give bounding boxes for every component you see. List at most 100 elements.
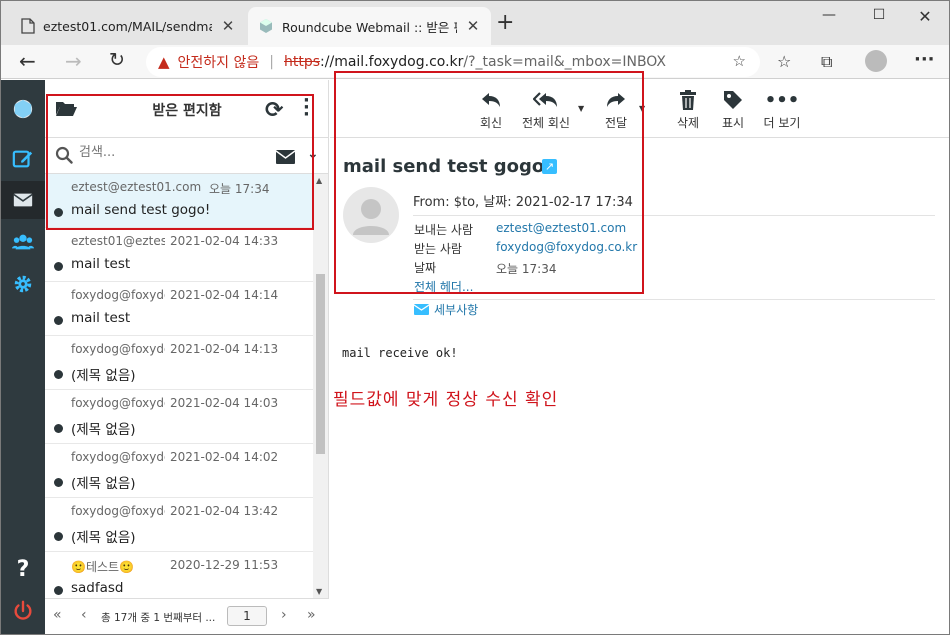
back-icon[interactable]: ← (19, 49, 36, 73)
recipient-address[interactable]: foxydog@foxydog.co.kr (496, 240, 637, 254)
unread-dot-icon (54, 532, 63, 541)
unread-dot-icon (54, 586, 63, 595)
ellipsis-icon: ••• (764, 89, 800, 111)
trash-icon (680, 90, 696, 110)
row-date: 오늘 17:34 (209, 182, 270, 196)
sender-address[interactable]: eztest@eztest01.com (496, 221, 626, 235)
tab-title: Roundcube Webmail :: 받은 편지함 (282, 19, 457, 35)
address-bar[interactable]: ▲ 안전하지 않음 | https ://mail.foxydog.co.kr … (146, 47, 760, 77)
row-sender: eztest@eztest01.com (71, 180, 202, 194)
menu-icon[interactable]: · · · (303, 92, 310, 124)
chevron-down-icon[interactable]: ⌄ (307, 146, 319, 162)
reply-all-icon (533, 92, 557, 107)
more-button[interactable]: ••• 더 보기 (752, 88, 812, 131)
message-toolbar: 회신 전체 회신 ▼ 전달 ▼ 삭제 표시 ••• 더 보기 (330, 80, 949, 138)
url-host: ://mail.foxydog.co.kr (320, 54, 464, 70)
row-subject: mail test (71, 310, 131, 326)
pager: « ‹ 총 17개 중 1 번째부터 ... 1 › » (45, 598, 329, 634)
message-row[interactable]: foxydog@foxydog.co.kr 2021-02-04 13:42 (제목… (45, 498, 313, 552)
new-tab-button[interactable]: + (496, 12, 514, 34)
message-row[interactable]: foxydog@foxydog.co.kr 2021-02-04 14:03 (제목… (45, 390, 313, 444)
row-subject: (제목 없음) (71, 422, 136, 438)
message-row[interactable]: foxydog@foxydog.co.kr 2021-02-04 14:13 (제목… (45, 336, 313, 390)
row-sender: 🙂테스트🙂 (71, 560, 135, 574)
reply-icon (482, 93, 500, 107)
favorites-icon[interactable]: ☆ (777, 52, 791, 71)
contacts-icon[interactable] (1, 223, 45, 261)
details-link[interactable]: 세부사항 (414, 301, 478, 318)
forward-button[interactable]: 전달 (586, 88, 646, 131)
tab-roundcube[interactable]: Roundcube Webmail :: 받은 편지함 ✕ (248, 7, 491, 45)
row-date: 2021-02-04 14:03 (170, 396, 279, 410)
row-sender: eztest01@eztest01.com (71, 234, 165, 248)
list-scrollbar[interactable]: ▲ ▼ (313, 174, 328, 598)
prev-page-icon[interactable]: ‹ (81, 607, 87, 623)
message-list-panel: 받은 편지함 ⟳ ··· ⌄ eztest@eztest01.com 오늘 17:… (45, 80, 329, 634)
row-subject: (제목 없음) (71, 476, 136, 492)
row-sender: foxydog@foxydog.co.kr (71, 288, 165, 302)
envelope-icon (414, 304, 429, 315)
reply-all-dropdown-icon[interactable]: ▼ (578, 104, 584, 113)
recipient-label: 받는 사람 (414, 242, 462, 256)
help-icon[interactable]: ? (1, 550, 45, 588)
open-in-new-window-icon[interactable]: ↗ (542, 159, 557, 174)
all-headers-link[interactable]: 전체 헤더... (414, 278, 473, 295)
profile-avatar[interactable] (865, 50, 887, 72)
message-row[interactable]: 🙂테스트🙂 2020-12-29 11:53 sadfasd (45, 552, 313, 598)
row-sender: foxydog@foxydog.co.kr (71, 450, 165, 464)
pager-info: 총 17개 중 1 번째부터 ... (101, 612, 216, 624)
from-summary: From: $to, 날짜: 2021-02-17 17:34 (413, 195, 633, 210)
navigation-bar: ← → ↻ ▲ 안전하지 않음 | https ://mail.foxydog.… (1, 45, 949, 79)
browser-menu-icon[interactable]: ··· (914, 49, 935, 70)
collections-icon[interactable]: ⧉ (821, 52, 832, 72)
url-scheme: https (284, 54, 321, 70)
mail-icon[interactable] (1, 181, 45, 219)
roundcube-logo-icon[interactable] (1, 90, 45, 128)
unread-dot-icon (54, 370, 63, 379)
side-rail: ? (1, 80, 45, 634)
close-icon[interactable]: ✕ (220, 17, 236, 35)
first-page-icon[interactable]: « (53, 607, 62, 623)
window-close-button[interactable]: ✕ (905, 7, 945, 27)
minimize-button[interactable]: — (809, 7, 849, 27)
forward-dropdown-icon[interactable]: ▼ (639, 104, 645, 113)
refresh-icon[interactable]: ↻ (109, 49, 125, 71)
message-list-header: 받은 편지함 ⟳ · · · (45, 80, 329, 138)
page-icon (21, 18, 35, 34)
page-number-input[interactable]: 1 (227, 606, 267, 626)
browser-window: eztest01.com/MAIL/sendmail.asp ✕ Roundcu… (0, 0, 950, 635)
reply-button[interactable]: 회신 (461, 88, 521, 131)
search-input[interactable] (79, 145, 259, 160)
message-row[interactable]: eztest01@eztest01.com 2021-02-04 14:33 mai… (45, 228, 313, 282)
scroll-thumb[interactable] (316, 274, 325, 454)
sender-avatar (343, 187, 399, 243)
tab-sendmail[interactable]: eztest01.com/MAIL/sendmail.asp ✕ (11, 7, 246, 45)
next-page-icon[interactable]: › (281, 607, 287, 623)
row-subject: mail test (71, 256, 131, 272)
row-subject: sadfasd (71, 580, 124, 596)
last-page-icon[interactable]: » (307, 607, 316, 623)
row-date: 2021-02-04 13:42 (170, 504, 279, 518)
forward-icon[interactable]: → (65, 49, 82, 73)
maximize-button[interactable]: ☐ (859, 7, 899, 27)
url-path: /?_task=mail&_mbox=INBOX (463, 54, 667, 70)
reply-all-button[interactable]: 전체 회신 (516, 88, 576, 131)
close-icon[interactable]: ✕ (465, 17, 481, 35)
row-date: 2020-12-29 11:53 (170, 558, 279, 572)
compose-icon[interactable] (1, 140, 45, 178)
message-row[interactable]: foxydog@foxydog.co.kr 2021-02-04 14:14 mai… (45, 282, 313, 336)
message-row[interactable]: foxydog@foxydog.co.kr 2021-02-04 14:02 (제목… (45, 444, 313, 498)
row-subject: (제목 없음) (71, 530, 136, 546)
message-row[interactable]: eztest@eztest01.com 오늘 17:34 mail send tes… (45, 174, 313, 228)
refresh-icon[interactable]: ⟳ (265, 98, 283, 123)
settings-icon[interactable] (1, 265, 45, 303)
header-divider (413, 215, 935, 216)
row-date: 2021-02-04 14:02 (170, 450, 279, 464)
add-favorite-icon[interactable]: ☆ (733, 52, 746, 70)
tab-title: eztest01.com/MAIL/sendmail.asp (43, 18, 212, 34)
logout-icon[interactable] (1, 592, 45, 630)
unread-dot-icon (54, 262, 63, 271)
header-divider (413, 299, 935, 300)
envelope-filter-icon[interactable] (275, 149, 296, 168)
unread-dot-icon (54, 478, 63, 487)
